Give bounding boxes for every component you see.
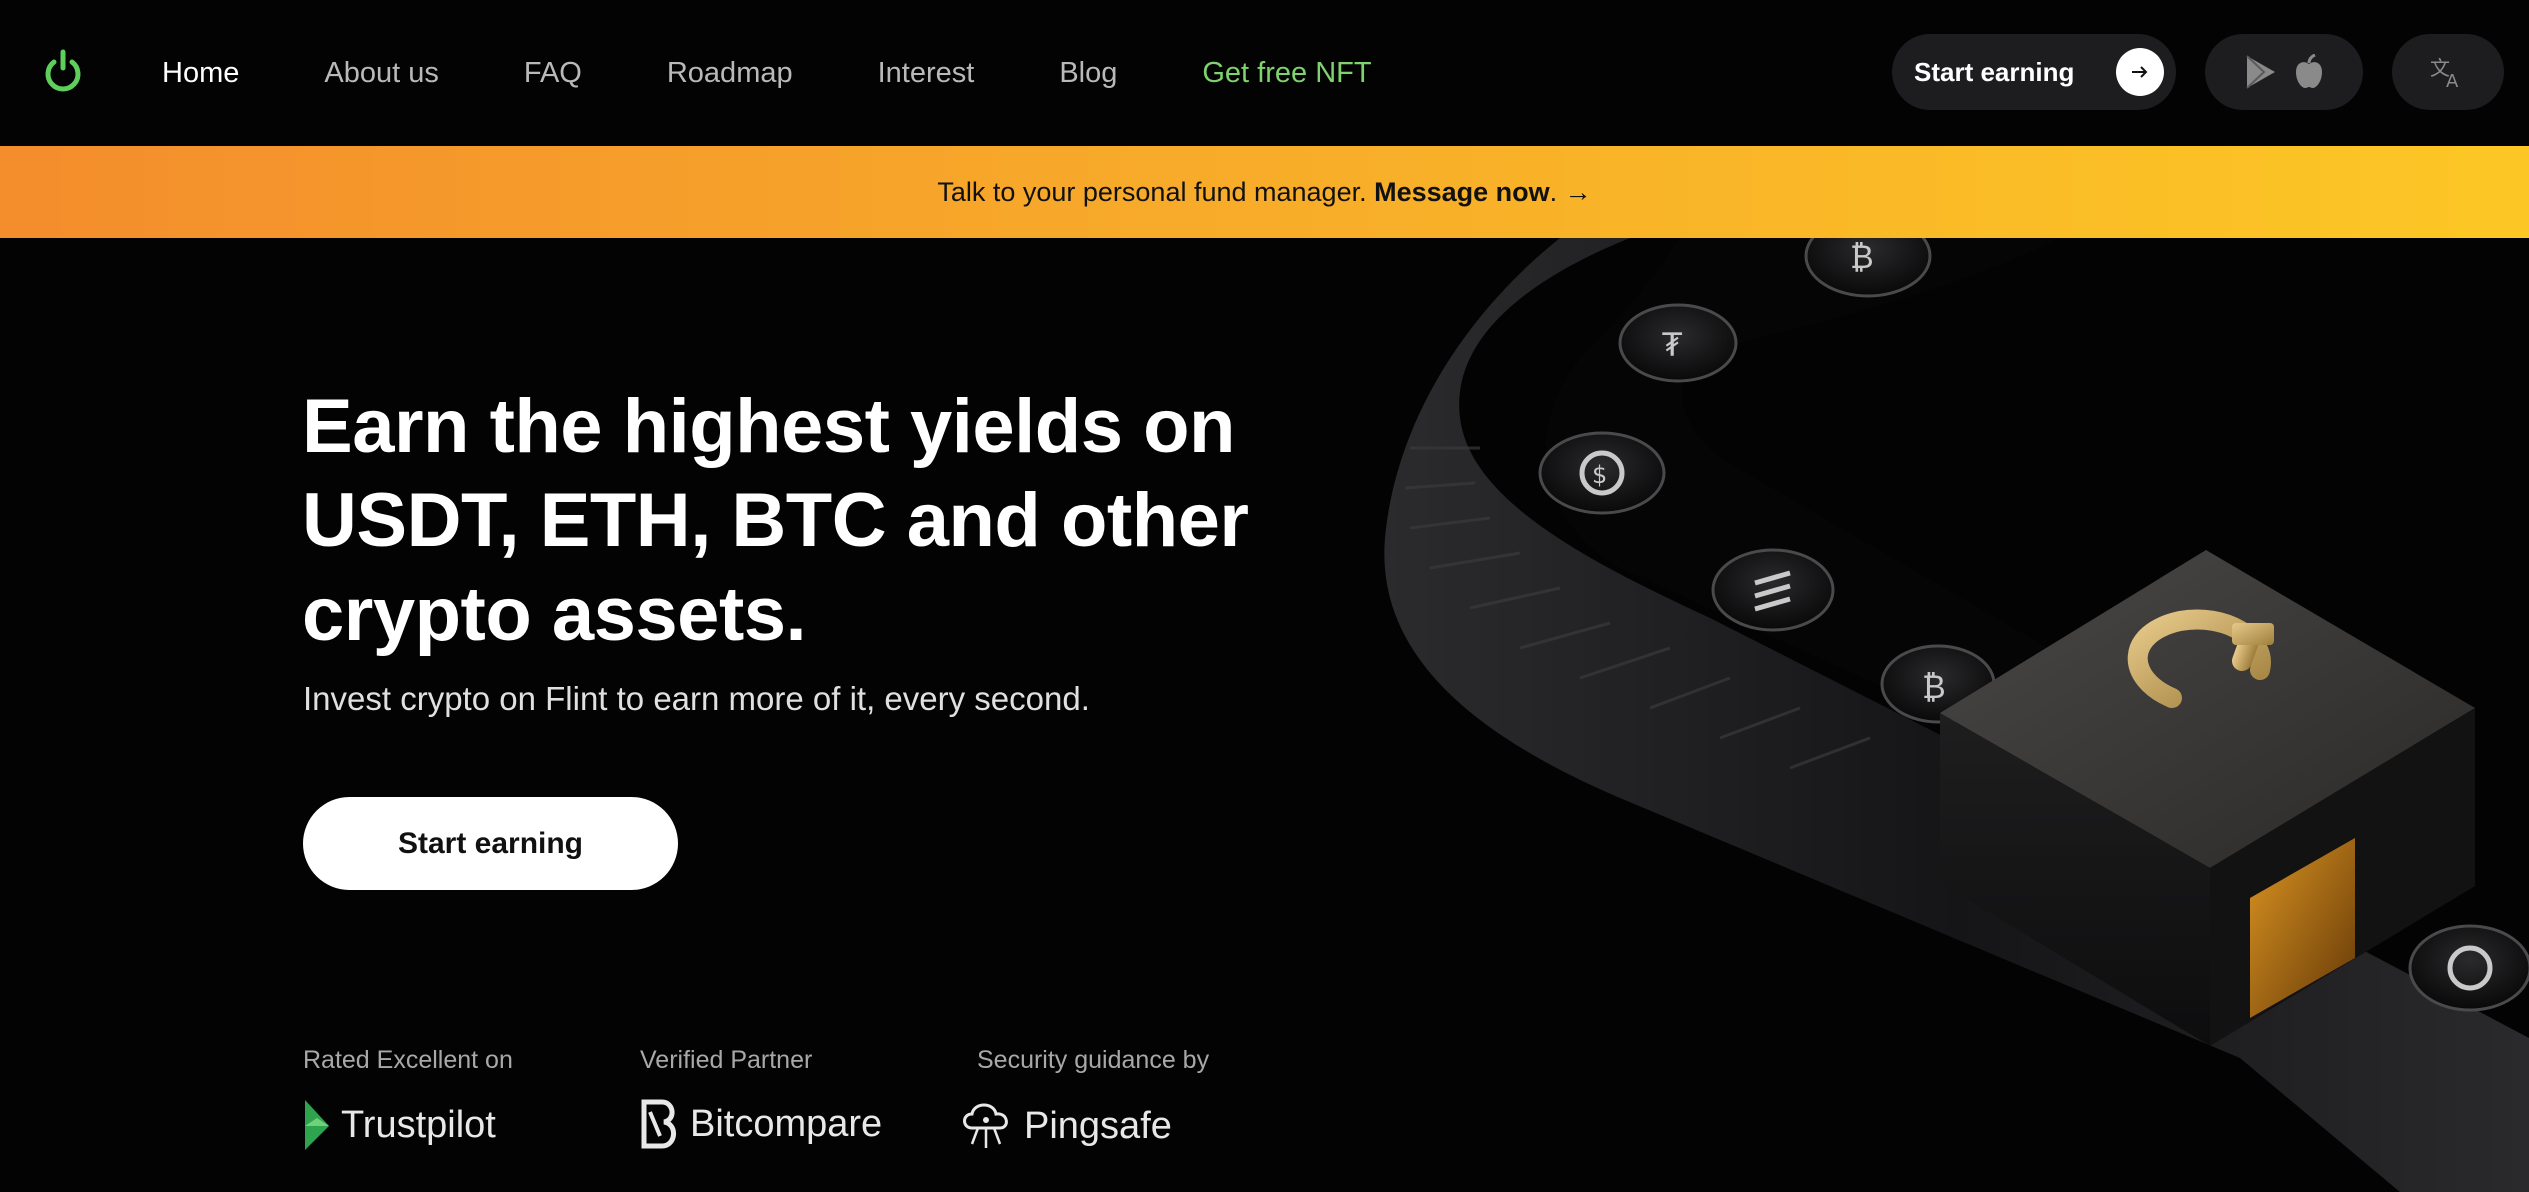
nav-link-get-free-nft[interactable]: Get free NFT	[1202, 57, 1371, 90]
pingsafe-icon	[963, 1103, 1008, 1148]
nav-start-earning-label: Start earning	[1914, 56, 2075, 87]
google-play-icon	[2246, 55, 2275, 89]
arrow-right-icon	[2116, 48, 2164, 96]
pingsafe-name: Pingsafe	[1024, 1104, 1172, 1147]
svg-text:₿: ₿	[1850, 238, 1874, 276]
nav-start-earning-button[interactable]: Start earning	[1892, 34, 2176, 110]
nav-link-home[interactable]: Home	[162, 57, 239, 90]
pingsafe-label: Security guidance by	[977, 1046, 1210, 1074]
svg-text:$: $	[1592, 461, 1607, 489]
trustpilot-logo[interactable]: Trustpilot	[303, 1098, 496, 1152]
hero-subline: Invest crypto on Flint to earn more of i…	[303, 680, 1090, 717]
nav-link-interest[interactable]: Interest	[878, 57, 975, 90]
hero-headline: Earn the highest yields on USDT, ETH, BT…	[302, 384, 1249, 657]
conveyor-coins-illustration: ₿ ₮ $ ₿	[1384, 238, 2529, 1192]
svg-text:A: A	[2446, 71, 2459, 89]
pingsafe-logo[interactable]: Pingsafe	[958, 1098, 1172, 1154]
banner-suffix: . →	[1549, 176, 1592, 207]
language-button[interactable]: 文 A	[2392, 34, 2504, 110]
nav-links: Home About us FAQ Roadmap Interest Blog …	[162, 0, 1457, 146]
nav-link-roadmap[interactable]: Roadmap	[667, 57, 793, 90]
bitcompare-logo[interactable]: Bitcompare	[640, 1098, 882, 1150]
top-navigation: Home About us FAQ Roadmap Interest Blog …	[0, 0, 2529, 146]
nav-link-about-us[interactable]: About us	[324, 57, 438, 90]
nav-link-blog[interactable]: Blog	[1059, 57, 1117, 90]
trustpilot-label: Rated Excellent on	[303, 1046, 513, 1074]
trustpilot-name: Trustpilot	[341, 1103, 496, 1146]
nav-link-faq[interactable]: FAQ	[524, 57, 582, 90]
fund-manager-banner: Talk to your personal fund manager. Mess…	[0, 146, 2529, 238]
translate-icon: 文 A	[2430, 56, 2459, 89]
svg-text:₮: ₮	[1662, 326, 1683, 364]
flint-logo-icon[interactable]	[44, 48, 82, 94]
bitcompare-name: Bitcompare	[690, 1102, 883, 1145]
app-download-button[interactable]	[2205, 34, 2363, 110]
hero-start-earning-button[interactable]: Start earning	[303, 797, 678, 890]
svg-text:₿: ₿	[1922, 668, 1946, 706]
banner-text: Talk to your personal fund manager.	[937, 176, 1375, 207]
apple-icon	[2296, 54, 2322, 88]
message-now-link[interactable]: Message now	[1374, 177, 1550, 208]
bitcompare-label: Verified Partner	[640, 1046, 813, 1074]
bitcompare-icon	[641, 1099, 676, 1149]
trustpilot-icon	[305, 1100, 329, 1150]
